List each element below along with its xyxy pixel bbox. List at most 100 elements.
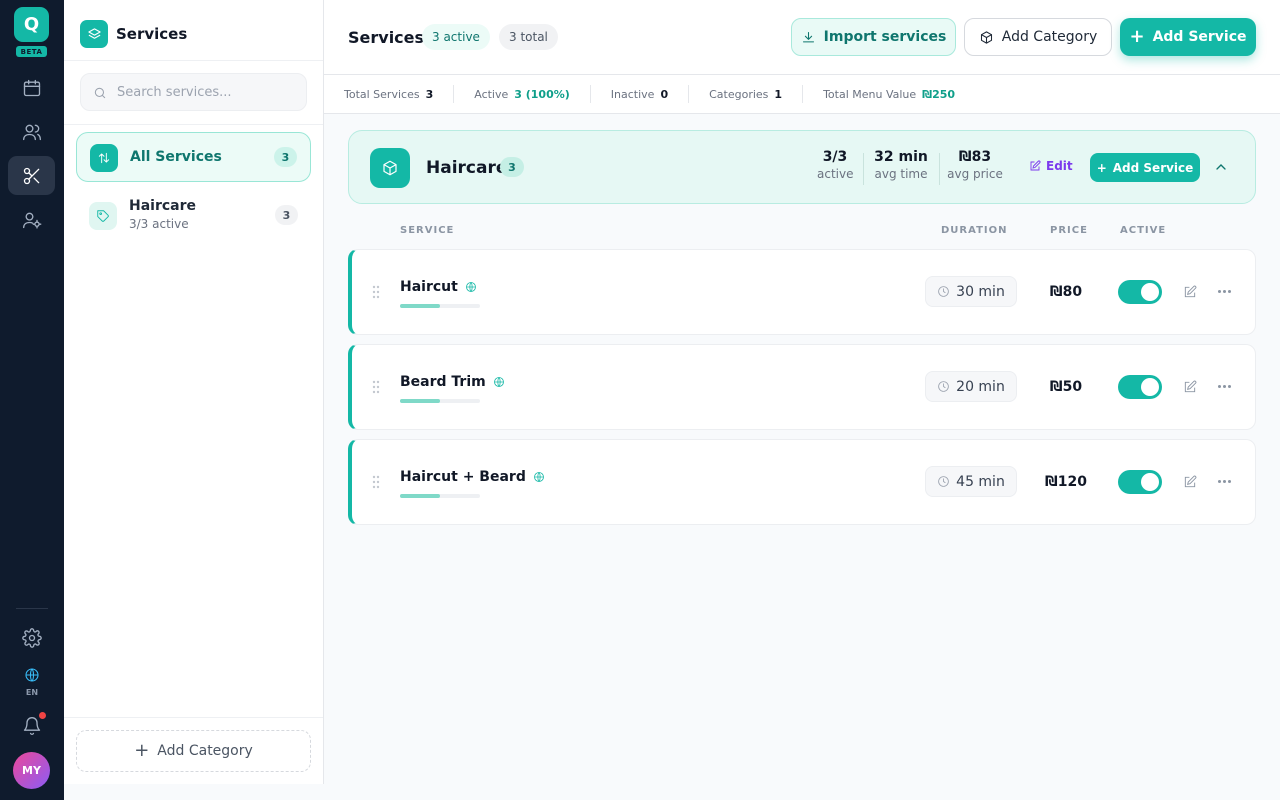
more-options-icon[interactable] — [1216, 379, 1232, 393]
service-name: Haircut — [400, 279, 477, 295]
edit-category-button[interactable]: Edit — [1029, 159, 1073, 173]
duration-value: 30 min — [956, 283, 1005, 300]
sort-icon — [90, 144, 118, 172]
stat-divider — [863, 153, 864, 185]
nav-clients[interactable] — [8, 112, 55, 151]
sidebar-divider — [64, 124, 323, 125]
edit-service-button[interactable] — [1183, 474, 1197, 488]
more-options-icon[interactable] — [1216, 284, 1232, 298]
layers-icon — [80, 20, 108, 48]
globe-icon — [465, 282, 476, 292]
toggle-knob — [1141, 283, 1159, 301]
active-toggle[interactable] — [1118, 280, 1162, 304]
more-options-icon[interactable] — [1216, 474, 1232, 488]
sidebar-item-haircare[interactable]: Haircare 3/3 active 3 — [76, 191, 311, 241]
categories-sidebar: Services All Services 3 Haircare 3/3 act… — [64, 0, 324, 784]
globe-icon — [533, 472, 544, 482]
duration-value: 20 min — [956, 378, 1005, 395]
nav-calendar[interactable] — [8, 68, 55, 107]
stat-total-menu-value: Total Menu Value ₪250 — [823, 85, 975, 103]
stat-label: Total Menu Value — [823, 87, 917, 101]
sidebar-item-count: 3 — [275, 205, 298, 225]
sidebar-title: Services — [116, 25, 188, 43]
total-count-badge: 3 total — [499, 24, 558, 50]
popularity-bar-fill — [400, 494, 440, 498]
nav-staff[interactable] — [8, 200, 55, 239]
drag-handle-icon[interactable] — [372, 379, 380, 394]
beta-badge: BETA — [16, 46, 47, 57]
search-icon — [94, 87, 106, 99]
sidebar-item-count: 3 — [274, 147, 297, 167]
stat-value: 3 — [425, 87, 434, 101]
popularity-bar — [400, 494, 480, 498]
stat-value: ₪83 — [958, 149, 992, 165]
category-count-badge: 3 — [500, 157, 524, 177]
stat-label: avg price — [947, 167, 1003, 181]
search-input[interactable] — [117, 82, 297, 102]
clock-icon — [938, 286, 949, 297]
plus-icon: + — [1096, 160, 1107, 175]
category-name: Haircare — [426, 158, 508, 178]
globe-icon — [493, 377, 504, 387]
stat-categories: Categories 1 — [709, 85, 804, 103]
price-value: ₪50 — [1049, 379, 1083, 395]
edit-label: Edit — [1046, 159, 1073, 173]
edit-icon — [1184, 380, 1197, 393]
price-value: ₪80 — [1049, 284, 1083, 300]
nav-services[interactable] — [8, 156, 55, 195]
sidebar-item-label: Haircare — [129, 198, 197, 214]
service-row[interactable]: Haircut 30 min ₪80 — [348, 249, 1256, 335]
add-service-to-category-button[interactable]: + Add Service — [1090, 153, 1200, 182]
service-row[interactable]: Haircut + Beard 45 min ₪120 — [348, 439, 1256, 525]
stat-label: Inactive — [610, 87, 655, 101]
user-settings-icon — [22, 212, 41, 229]
service-row[interactable]: Beard Trim 20 min ₪50 — [348, 344, 1256, 430]
stat-total-services: Total Services 3 — [344, 85, 455, 103]
gear-icon — [21, 627, 42, 648]
calendar-icon — [23, 79, 40, 96]
active-toggle[interactable] — [1118, 470, 1162, 494]
service-name-text: Beard Trim — [400, 374, 486, 390]
collapse-button[interactable] — [1213, 159, 1229, 175]
language-code: EN — [25, 688, 39, 697]
nav-notifications[interactable] — [8, 706, 55, 745]
drag-handle-icon[interactable] — [372, 474, 380, 489]
add-category-button[interactable]: + Add Category — [76, 730, 311, 772]
sidebar-header: Services — [64, 0, 323, 61]
globe-icon — [25, 668, 39, 682]
language-switcher[interactable]: EN — [14, 667, 50, 697]
drag-handle-icon[interactable] — [372, 284, 380, 299]
box-icon — [980, 30, 992, 44]
edit-service-button[interactable] — [1183, 379, 1197, 393]
active-toggle[interactable] — [1118, 375, 1162, 399]
stat-label: Active — [474, 87, 509, 101]
stat-value: 0 — [660, 87, 669, 101]
add-service-button[interactable]: + Add Service — [1120, 18, 1256, 56]
popularity-bar-fill — [400, 399, 440, 403]
search-box — [80, 73, 307, 111]
add-category-button[interactable]: Add Category — [964, 18, 1112, 56]
edit-service-button[interactable] — [1183, 284, 1197, 298]
stat-divider — [939, 153, 940, 185]
category-stat-active: 3/3 active — [817, 149, 853, 181]
edit-icon — [1030, 160, 1041, 171]
category-card-haircare: Haircare 3 3/3 active 32 min avg time ₪8… — [348, 130, 1256, 204]
avatar[interactable]: MY — [13, 752, 50, 789]
stat-value: 3 (100%) — [514, 87, 570, 101]
import-label: Import services — [823, 29, 947, 45]
import-services-button[interactable]: Import services — [791, 18, 956, 56]
column-header-price: PRICE — [1050, 225, 1088, 236]
logo-letter: Q — [23, 14, 40, 35]
tag-icon — [89, 202, 117, 230]
stat-active: Active 3 (100%) — [474, 85, 591, 103]
chevron-up-icon — [1216, 164, 1226, 170]
toggle-knob — [1141, 473, 1159, 491]
nav-settings[interactable] — [8, 618, 55, 657]
category-stat-avg-time: 32 min avg time — [871, 149, 931, 181]
stat-value: ₪250 — [922, 87, 956, 101]
app-logo[interactable]: Q — [14, 7, 49, 42]
stat-label: active — [817, 167, 854, 181]
sidebar-item-all-services[interactable]: All Services 3 — [76, 132, 311, 182]
service-name: Beard Trim — [400, 374, 505, 390]
stat-value: 32 min — [874, 149, 928, 165]
